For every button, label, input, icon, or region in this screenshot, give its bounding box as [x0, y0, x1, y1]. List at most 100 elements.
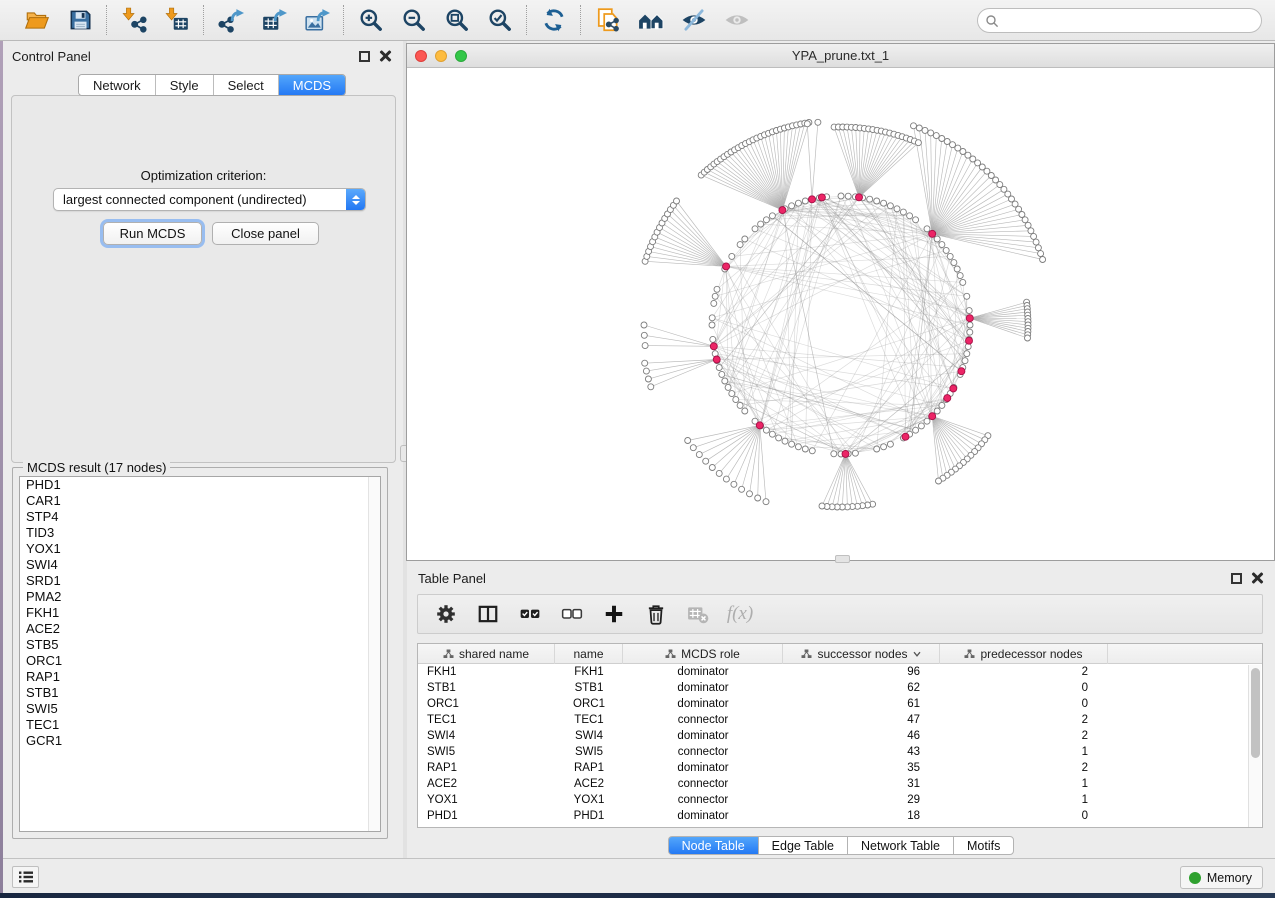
mcds-list-scrollbar[interactable] — [368, 477, 380, 831]
zoom-selected-icon[interactable] — [486, 7, 513, 34]
tab-edge-table[interactable]: Edge Table — [758, 836, 847, 855]
optimization-criterion-label: Optimization criterion: — [12, 168, 395, 183]
table-row[interactable]: TEC1TEC1connector472 — [418, 712, 1262, 728]
table-row[interactable]: ACE2ACE2connector311 — [418, 776, 1262, 792]
tab-network[interactable]: Network — [79, 75, 156, 95]
control-panel-float-icon[interactable] — [359, 51, 370, 62]
delete-column-icon[interactable] — [644, 602, 668, 626]
column-header-predecessor-nodes[interactable]: predecessor nodes — [940, 644, 1108, 664]
tab-mcds[interactable]: MCDS — [279, 75, 345, 95]
task-history-button[interactable] — [12, 866, 39, 888]
control-panel: Control Panel NetworkStyleSelectMCDS Opt… — [3, 41, 403, 858]
column-header-name[interactable]: name — [555, 644, 623, 664]
memory-label: Memory — [1207, 871, 1252, 885]
tab-motifs[interactable]: Motifs — [953, 836, 1014, 855]
mcds-result-item[interactable]: STP4 — [20, 509, 380, 525]
tab-style[interactable]: Style — [156, 75, 214, 95]
deselect-all-icon[interactable] — [560, 602, 584, 626]
table-settings-icon[interactable] — [434, 602, 458, 626]
cell-shared-name: SWI5 — [418, 744, 555, 760]
cell-predecessor-nodes: 0 — [940, 808, 1108, 824]
control-panel-close-icon[interactable] — [379, 50, 391, 62]
mcds-result-item[interactable]: CAR1 — [20, 493, 380, 509]
mcds-result-item[interactable]: RAP1 — [20, 669, 380, 685]
network-canvas[interactable] — [407, 68, 1274, 560]
table-row[interactable]: FKH1FKH1dominator962 — [418, 664, 1262, 680]
tab-select[interactable]: Select — [214, 75, 279, 95]
split-panel-icon[interactable] — [476, 602, 500, 626]
cell-successor-nodes: 62 — [783, 680, 940, 696]
cell-predecessor-nodes: 1 — [940, 776, 1108, 792]
zoom-in-icon[interactable] — [357, 7, 384, 34]
mcds-result-item[interactable]: TEC1 — [20, 717, 380, 733]
search-box[interactable] — [977, 8, 1262, 33]
network-window-titlebar[interactable]: YPA_prune.txt_1 — [407, 44, 1274, 68]
column-header-successor-nodes[interactable]: successor nodes — [783, 644, 940, 664]
mcds-result-item[interactable]: SRD1 — [20, 573, 380, 589]
mcds-result-list[interactable]: PHD1CAR1STP4TID3YOX1SWI4SRD1PMA2FKH1ACE2… — [19, 476, 381, 832]
table-tabs: Node TableEdge TableNetwork TableMotifs — [407, 836, 1275, 855]
table-row[interactable]: YOX1YOX1connector291 — [418, 792, 1262, 808]
mcds-result-item[interactable]: SWI4 — [20, 557, 380, 573]
mcds-result-item[interactable]: ORC1 — [20, 653, 380, 669]
column-header-shared-name[interactable]: shared name — [418, 644, 555, 664]
cell-name: RAP1 — [555, 760, 623, 776]
zoom-fit-icon[interactable] — [443, 7, 470, 34]
add-column-icon[interactable] — [602, 602, 626, 626]
import-network-icon[interactable] — [120, 7, 147, 34]
export-network-icon[interactable] — [217, 7, 244, 34]
optimization-criterion-select[interactable]: largest connected component (undirected) — [53, 188, 366, 211]
table-row[interactable]: ORC1ORC1dominator610 — [418, 696, 1262, 712]
hide-selected-icon[interactable] — [680, 7, 707, 34]
control-panel-title: Control Panel — [12, 49, 91, 64]
mcds-result-item[interactable]: SWI5 — [20, 701, 380, 717]
mcds-result-item[interactable]: STB5 — [20, 637, 380, 653]
cell-successor-nodes: 29 — [783, 792, 940, 808]
table-row[interactable]: PHD1PHD1dominator180 — [418, 808, 1262, 824]
search-input[interactable] — [999, 11, 1261, 31]
import-table-icon[interactable] — [163, 7, 190, 34]
desktop-edge-bottom — [0, 893, 1275, 898]
network-window-title: YPA_prune.txt_1 — [407, 48, 1274, 63]
memory-button[interactable]: Memory — [1180, 866, 1263, 889]
export-table-icon[interactable] — [260, 7, 287, 34]
mcds-result-item[interactable]: GCR1 — [20, 733, 380, 749]
mcds-result-item[interactable]: PHD1 — [20, 477, 380, 493]
cell-predecessor-nodes: 2 — [940, 760, 1108, 776]
cell-shared-name: STB1 — [418, 680, 555, 696]
refresh-view-icon[interactable] — [540, 7, 567, 34]
mcds-result-item[interactable]: FKH1 — [20, 605, 380, 621]
table-row[interactable]: SWI4SWI4dominator462 — [418, 728, 1262, 744]
cell-shared-name: PHD1 — [418, 808, 555, 824]
duplicate-network-icon[interactable] — [594, 7, 621, 34]
table-scrollbar[interactable] — [1248, 665, 1261, 827]
table-panel-close-icon[interactable] — [1251, 572, 1263, 584]
select-all-icon[interactable] — [518, 602, 542, 626]
mcds-result-item[interactable]: STB1 — [20, 685, 380, 701]
tab-node-table[interactable]: Node Table — [668, 836, 758, 855]
table-row[interactable]: STB1STB1dominator620 — [418, 680, 1262, 696]
zoom-out-icon[interactable] — [400, 7, 427, 34]
table-row[interactable]: SWI5SWI5connector431 — [418, 744, 1262, 760]
mcds-result-item[interactable]: YOX1 — [20, 541, 380, 557]
table-panel-float-icon[interactable] — [1231, 573, 1242, 584]
mcds-result-item[interactable]: ACE2 — [20, 621, 380, 637]
mcds-result-item[interactable]: PMA2 — [20, 589, 380, 605]
table-scrollbar-thumb[interactable] — [1251, 668, 1260, 758]
first-neighbors-icon[interactable] — [637, 7, 664, 34]
cell-shared-name: FKH1 — [418, 664, 555, 680]
cell-name: PHD1 — [555, 808, 623, 824]
run-mcds-button[interactable]: Run MCDS — [103, 222, 202, 245]
cell-MCDS-role: dominator — [623, 680, 783, 696]
horizontal-splitter-handle[interactable] — [835, 555, 850, 563]
export-image-icon[interactable] — [303, 7, 330, 34]
cell-name: SWI4 — [555, 728, 623, 744]
table-row[interactable]: RAP1RAP1dominator352 — [418, 760, 1262, 776]
network-graph[interactable] — [407, 68, 1274, 560]
mcds-result-item[interactable]: TID3 — [20, 525, 380, 541]
column-header-MCDS-role[interactable]: MCDS role — [623, 644, 783, 664]
open-session-icon[interactable] — [23, 7, 50, 34]
close-panel-button[interactable]: Close panel — [212, 222, 319, 245]
tab-network-table[interactable]: Network Table — [847, 836, 953, 855]
save-session-icon[interactable] — [66, 7, 93, 34]
